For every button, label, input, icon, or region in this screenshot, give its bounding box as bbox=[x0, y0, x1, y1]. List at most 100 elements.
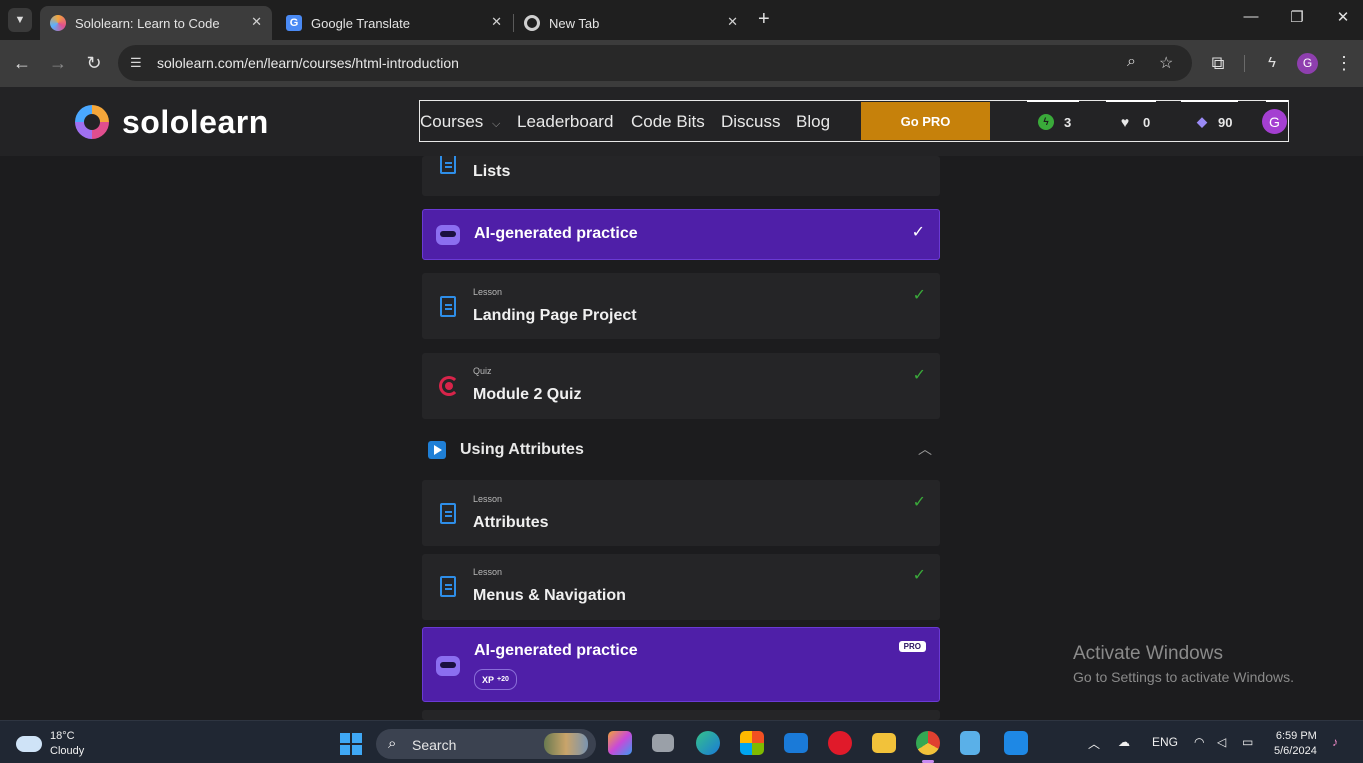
module-header-using-attributes[interactable]: Using Attributes ︿ bbox=[422, 433, 940, 467]
item-kind-label: Quiz bbox=[473, 366, 492, 376]
search-icon: ⌕ bbox=[388, 735, 397, 752]
google-translate-favicon-icon: G bbox=[286, 15, 302, 31]
nav-courses-label: Courses bbox=[420, 112, 484, 131]
taskbar-search[interactable]: ⌕ Search bbox=[376, 729, 596, 759]
go-pro-button[interactable]: Go PRO bbox=[861, 102, 990, 140]
ai-bot-icon bbox=[436, 656, 460, 676]
sololearn-logo[interactable]: sololearn bbox=[72, 102, 269, 142]
vscode-icon[interactable] bbox=[1004, 731, 1028, 755]
profile-avatar[interactable]: G bbox=[1297, 53, 1318, 74]
reload-icon[interactable]: ↻ bbox=[80, 50, 108, 78]
lesson-card-menus-navigation[interactable]: Lesson Menus & Navigation ✓ bbox=[422, 554, 940, 620]
practice-title: AI-generated practice bbox=[474, 642, 638, 659]
cloud-icon bbox=[16, 736, 42, 752]
weather-widget[interactable]: 18°C Cloudy bbox=[16, 729, 84, 759]
chrome-favicon-icon bbox=[524, 15, 540, 31]
mail-icon[interactable] bbox=[784, 733, 808, 753]
practice-card-pro[interactable]: AI-generated practice PRO XP +20 bbox=[422, 627, 940, 702]
practice-card[interactable]: AI-generated practice ✓ bbox=[422, 209, 940, 260]
address-bar[interactable]: ☰ sololearn.com/en/learn/courses/html-in… bbox=[118, 45, 1192, 81]
browser-menu-icon[interactable]: ⋮ bbox=[1330, 50, 1358, 78]
system-clock[interactable]: 6:59 PM 5/6/2024 bbox=[1274, 729, 1317, 759]
xp-value: +20 bbox=[497, 676, 509, 683]
completed-check-icon: ✓ bbox=[912, 367, 926, 384]
lesson-title: Attributes bbox=[473, 514, 549, 531]
streak-counter[interactable]: ϟ 3 bbox=[1038, 114, 1071, 130]
site-navigation: Courses ⌵ Leaderboard Code Bits Discuss … bbox=[419, 100, 1289, 142]
weather-description: Cloudy bbox=[50, 745, 85, 757]
minimize-window-icon[interactable]: — bbox=[1236, 8, 1266, 25]
bits-counter[interactable]: ◆ 90 bbox=[1194, 114, 1232, 130]
hearts-counter[interactable]: ♥ 0 bbox=[1117, 114, 1150, 130]
onedrive-cloud-icon[interactable]: ☁ bbox=[1118, 735, 1130, 749]
close-tab-icon[interactable]: ✕ bbox=[727, 14, 738, 30]
close-tab-icon[interactable]: ✕ bbox=[251, 14, 262, 30]
back-arrow-icon[interactable]: ← bbox=[8, 50, 36, 78]
tray-overflow-chevron-icon[interactable]: ︿ bbox=[1088, 735, 1100, 752]
close-tab-icon[interactable]: ✕ bbox=[491, 14, 502, 30]
zoom-magnifier-icon[interactable]: ⌕ bbox=[1127, 53, 1136, 71]
xp-label: XP bbox=[482, 674, 495, 685]
tab-google-translate[interactable]: G Google Translate ✕ bbox=[276, 6, 512, 40]
nav-leaderboard[interactable]: Leaderboard bbox=[517, 112, 613, 132]
user-avatar[interactable]: G bbox=[1262, 109, 1287, 134]
tab-new-tab[interactable]: New Tab ✕ bbox=[514, 6, 748, 40]
lesson-card-attributes[interactable]: Lesson Attributes ✓ bbox=[422, 480, 940, 546]
clock-time: 6:59 PM bbox=[1275, 730, 1317, 742]
lesson-document-icon bbox=[440, 156, 456, 174]
lesson-card-lists[interactable]: Lists bbox=[422, 156, 940, 196]
edge-browser-icon[interactable] bbox=[696, 731, 720, 755]
opera-icon[interactable] bbox=[828, 731, 852, 755]
sololearn-favicon-icon bbox=[50, 15, 66, 31]
windows-start-icon[interactable] bbox=[340, 733, 362, 755]
notification-bell-icon[interactable]: ♪ bbox=[1332, 735, 1338, 749]
language-indicator[interactable]: ENG bbox=[1152, 735, 1178, 749]
nav-discuss[interactable]: Discuss bbox=[721, 112, 781, 132]
streak-value: 3 bbox=[1064, 114, 1072, 130]
lesson-document-icon bbox=[440, 296, 456, 317]
stat-underline bbox=[1181, 100, 1238, 102]
volume-icon[interactable]: ◁ bbox=[1217, 735, 1226, 749]
windows-taskbar: 18°C Cloudy ⌕ Search ︿ ☁ ENG ◠ ◁ ▭ 6:59 … bbox=[0, 720, 1363, 763]
quiz-card-module-2[interactable]: Quiz Module 2 Quiz ✓ bbox=[422, 353, 940, 419]
site-info-icon[interactable]: ☰ bbox=[130, 55, 142, 71]
bookmark-star-icon[interactable]: ☆ bbox=[1159, 53, 1173, 73]
chrome-taskbar-icon[interactable] bbox=[916, 731, 940, 755]
notepad-icon[interactable] bbox=[960, 731, 980, 755]
new-tab-button[interactable]: + bbox=[758, 8, 770, 31]
chevron-up-icon[interactable]: ︿ bbox=[918, 439, 932, 459]
browser-toolbar: ← → ↻ ☰ sololearn.com/en/learn/courses/h… bbox=[0, 40, 1363, 87]
watermark-title: Activate Windows bbox=[1073, 643, 1223, 664]
nav-blog[interactable]: Blog bbox=[796, 112, 830, 132]
file-explorer-icon[interactable] bbox=[872, 733, 896, 753]
wifi-icon[interactable]: ◠ bbox=[1194, 735, 1204, 749]
logo-wordmark: sololearn bbox=[122, 103, 269, 140]
completed-check-icon: ✓ bbox=[912, 494, 926, 511]
watermark-subtitle: Go to Settings to activate Windows. bbox=[1073, 669, 1294, 685]
weather-temperature: 18°C bbox=[50, 730, 75, 742]
toolbar-divider bbox=[1244, 55, 1245, 72]
forward-arrow-icon[interactable]: → bbox=[44, 50, 72, 78]
battery-icon[interactable]: ▭ bbox=[1242, 735, 1253, 749]
task-view-icon[interactable] bbox=[652, 734, 674, 752]
hearts-value: 0 bbox=[1143, 114, 1151, 130]
next-card-partial[interactable] bbox=[422, 710, 940, 720]
lesson-title: Menus & Navigation bbox=[473, 587, 626, 604]
restore-window-icon[interactable]: ❐ bbox=[1282, 8, 1312, 26]
tab-search-dropdown-button[interactable]: ▼ bbox=[8, 8, 32, 32]
microsoft-store-icon[interactable] bbox=[740, 731, 764, 755]
bits-cube-icon: ◆ bbox=[1197, 114, 1207, 129]
tab-sololearn[interactable]: Sololearn: Learn to Code ✕ bbox=[40, 6, 272, 40]
xp-reward-pill: XP +20 bbox=[474, 669, 517, 690]
copilot-icon[interactable] bbox=[608, 731, 632, 755]
lesson-title: Lists bbox=[473, 163, 511, 180]
item-kind-label: Lesson bbox=[473, 287, 503, 297]
nav-code-bits[interactable]: Code Bits bbox=[631, 112, 705, 132]
practice-title: AI-generated practice bbox=[474, 225, 638, 242]
nav-courses[interactable]: Courses ⌵ bbox=[420, 112, 500, 132]
close-window-icon[interactable]: ✕ bbox=[1328, 8, 1358, 26]
lesson-card-landing-page-project[interactable]: Lesson Landing Page Project ✓ bbox=[422, 273, 940, 339]
performance-bolt-icon[interactable]: ϟ bbox=[1258, 50, 1286, 78]
extensions-puzzle-icon[interactable]: ⧉ bbox=[1204, 50, 1232, 78]
item-kind-label: Lesson bbox=[473, 494, 503, 504]
